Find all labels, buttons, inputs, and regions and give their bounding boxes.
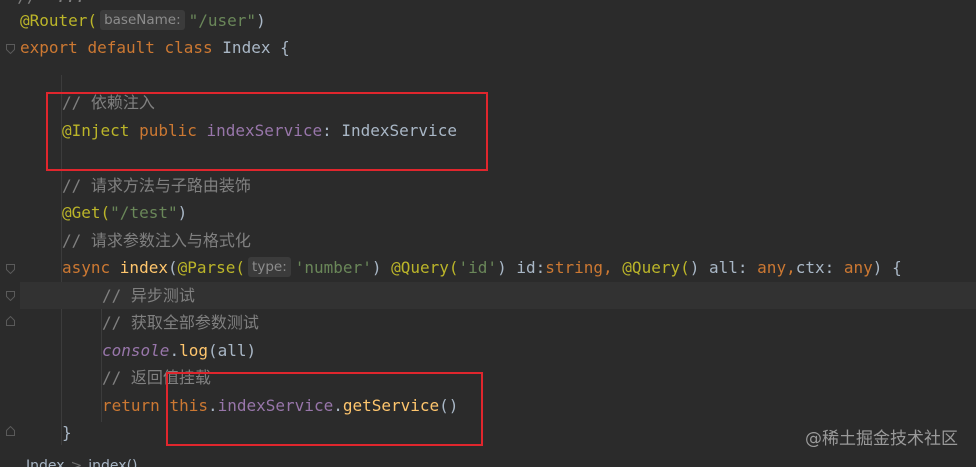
token-annotation: @Get( bbox=[62, 203, 111, 222]
parameter-hint: baseName: bbox=[100, 10, 185, 30]
fold-expand-icon[interactable] bbox=[6, 426, 15, 436]
code-line-method-signature[interactable]: async index(@Parse(type:'number') @Query… bbox=[62, 254, 976, 281]
code-line-console-log[interactable]: console.log(all) bbox=[102, 337, 976, 364]
token-punct: , bbox=[786, 258, 796, 277]
code-line-comment[interactable]: // 请求方法与子路由装饰 bbox=[62, 172, 976, 199]
token-annotation: @Parse( bbox=[177, 258, 246, 277]
token-punct: . bbox=[169, 341, 180, 360]
token-keyword: export bbox=[20, 38, 88, 57]
parameter-hint: type: bbox=[248, 257, 291, 277]
token-comment: // 请求参数注入与格式化 bbox=[62, 231, 251, 250]
token-type: any bbox=[757, 258, 787, 277]
token-keyword: class bbox=[164, 38, 223, 57]
token-punct: } bbox=[62, 423, 72, 442]
token-annotation: @Router( bbox=[20, 11, 98, 30]
code-line-router-decorator[interactable]: @Router(baseName: "/user") bbox=[20, 7, 976, 34]
code-line-fragment: // ... bbox=[18, 0, 85, 7]
token-annotation: @Query( bbox=[622, 258, 690, 277]
token-punct: ) bbox=[177, 203, 188, 222]
token-string: "/user" bbox=[188, 11, 257, 30]
highlight-box-return bbox=[166, 372, 483, 446]
breadcrumb-item-class[interactable]: Index bbox=[26, 458, 65, 467]
token-type: any bbox=[843, 258, 873, 277]
token-punct: (all) bbox=[207, 341, 257, 360]
token-comment: // 异步测试 bbox=[102, 286, 195, 305]
token-type: string bbox=[545, 258, 604, 277]
code-line-comment[interactable]: // 请求参数注入与格式化 bbox=[62, 227, 976, 254]
token-string: 'id' bbox=[458, 258, 498, 277]
token-function: index bbox=[119, 258, 168, 277]
code-line-class-declaration[interactable]: export default class Index { bbox=[20, 34, 976, 61]
fold-collapse-icon[interactable] bbox=[6, 44, 15, 54]
fold-collapse-icon[interactable] bbox=[6, 291, 15, 301]
token-comment: // 获取全部参数测试 bbox=[102, 313, 259, 332]
breadcrumb-separator: > bbox=[70, 458, 83, 467]
breadcrumb: Index > index() bbox=[26, 456, 138, 467]
token-keyword: async bbox=[62, 258, 120, 277]
breadcrumb-item-method[interactable]: index() bbox=[88, 458, 137, 467]
token-param: ctx: bbox=[795, 258, 844, 277]
token-punct: ( bbox=[167, 258, 178, 277]
token-method: log bbox=[179, 341, 208, 360]
token-comment: // 请求方法与子路由装饰 bbox=[62, 176, 251, 195]
fold-expand-icon[interactable] bbox=[6, 316, 15, 326]
token-punct: ) bbox=[256, 11, 266, 30]
code-line-current[interactable]: // 异步测试 bbox=[20, 282, 976, 309]
token-punct: , bbox=[603, 258, 623, 277]
token-keyword: default bbox=[87, 38, 165, 57]
token-global: console bbox=[102, 341, 170, 360]
token-annotation: @Query( bbox=[391, 258, 459, 277]
editor-gutter bbox=[0, 0, 20, 467]
highlight-box-inject bbox=[46, 92, 488, 171]
token-class-name: Index { bbox=[222, 38, 290, 57]
code-line-get-decorator[interactable]: @Get("/test") bbox=[62, 199, 976, 226]
token-string: 'number' bbox=[294, 258, 372, 277]
watermark: @稀土掘金技术社区 bbox=[805, 429, 958, 449]
token-punct: ) id: bbox=[497, 258, 546, 277]
token-punct: ) { bbox=[872, 258, 902, 277]
token-punct: ) all: bbox=[689, 258, 758, 277]
token-punct: ) bbox=[371, 258, 392, 277]
fold-collapse-icon[interactable] bbox=[6, 264, 15, 274]
token-keyword: return bbox=[102, 396, 170, 415]
token-string: "/test" bbox=[110, 203, 178, 222]
code-editor[interactable]: // ... @Router(baseName:"/user") export … bbox=[0, 0, 976, 467]
code-line-comment[interactable]: // 获取全部参数测试 bbox=[102, 309, 976, 336]
